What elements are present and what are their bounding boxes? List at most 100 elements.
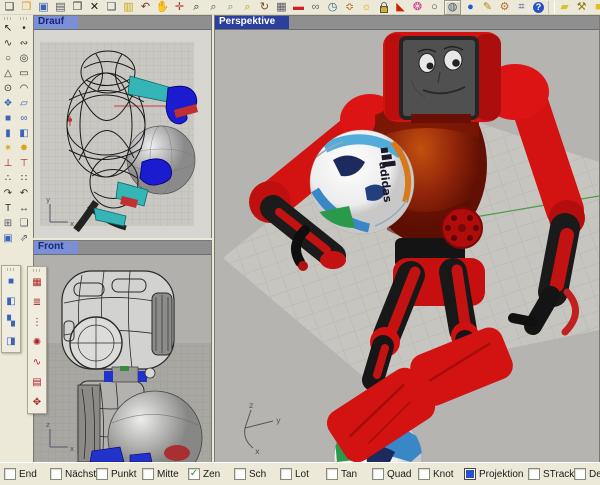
joint-icon[interactable]: ⊥ [1, 156, 16, 171]
zoom-selected-icon[interactable]: ⌕ [240, 1, 255, 14]
circle-diameter-icon[interactable]: ◎ [17, 51, 32, 66]
snap-checkbox[interactable] [326, 468, 338, 480]
array-linear-icon[interactable]: ≣ [29, 293, 45, 313]
color-wheel-icon[interactable]: ❂ [410, 1, 425, 14]
array-3d-icon[interactable]: ✥ [29, 393, 45, 413]
named-view-icon[interactable]: ≎ [342, 1, 357, 14]
ellipse-icon[interactable]: ⊙ [1, 81, 16, 96]
zoom-icon[interactable]: ⌕ [189, 1, 204, 14]
drauf-canvas[interactable]: y x [34, 30, 211, 238]
snap-knot[interactable]: Knot [418, 468, 464, 480]
text-icon[interactable]: T [1, 201, 16, 216]
snap-checkbox[interactable] [280, 468, 292, 480]
select-pointer-icon[interactable]: ↖ [1, 21, 16, 36]
clock-icon[interactable]: ◷ [325, 1, 340, 14]
surface-patch-icon[interactable]: ❖ [1, 96, 16, 111]
snap-tan[interactable]: Tan [326, 468, 372, 480]
lock-icon[interactable] [376, 1, 391, 14]
snap-quad[interactable]: Quad [372, 468, 418, 480]
eraser-icon[interactable]: ▰ [557, 1, 572, 14]
snap-checkbox[interactable] [528, 468, 540, 480]
trim-icon[interactable]: ⊤ [17, 156, 32, 171]
glasses-icon[interactable]: ∞ [308, 1, 323, 14]
mirror-icon[interactable]: ⇗ [17, 231, 32, 246]
zoom-dynamic-icon[interactable]: ⌕ [223, 1, 238, 14]
curve-blend-icon[interactable]: ↷ [1, 186, 16, 201]
pen-icon[interactable]: ✎ [480, 1, 495, 14]
cylinder-icon[interactable]: ▮ [1, 126, 16, 141]
open-folder-icon[interactable]: ❒ [19, 1, 34, 14]
spheres-boolean-icon[interactable]: ∞ [17, 111, 32, 126]
snap-punkt[interactable]: Punkt [96, 468, 142, 480]
points-small-icon[interactable]: ∷ [17, 171, 32, 186]
point-icon[interactable]: • [17, 21, 32, 36]
car-icon[interactable]: ▬ [291, 1, 306, 14]
merge-box-icon[interactable]: ◨ [3, 332, 19, 352]
sphere-wireframe-icon[interactable]: ◍ [444, 0, 461, 15]
snap-checkbox[interactable] [234, 468, 246, 480]
dimension-icon[interactable]: ↔ [17, 201, 32, 216]
curve-match-icon[interactable]: ↶ [17, 186, 32, 201]
pan-hand-icon[interactable]: ✋ [155, 1, 170, 14]
arc-icon[interactable]: ◠ [17, 81, 32, 96]
viewport-layout-icon[interactable]: ▦ [274, 1, 289, 14]
snap-checkbox[interactable] [372, 468, 384, 480]
cplane-icon[interactable]: ⌗ [514, 1, 529, 14]
gear-icon[interactable]: ⚙ [497, 1, 512, 14]
snap-checkbox[interactable] [188, 468, 200, 480]
array-vertical-icon[interactable]: ⋮ [29, 313, 45, 333]
polygon-icon[interactable]: △ [1, 66, 16, 81]
surface-plane-icon[interactable]: ▱ [17, 96, 32, 111]
snap-checkbox[interactable] [418, 468, 430, 480]
snap-strack[interactable]: STrack [528, 468, 574, 480]
box-solid-icon[interactable]: ■ [591, 1, 600, 14]
box-icon[interactable]: ■ [1, 111, 16, 126]
snap-checkbox[interactable] [464, 468, 476, 480]
hammer-icon[interactable]: ⚒ [574, 1, 589, 14]
undo-icon[interactable]: ↶ [138, 1, 153, 14]
snap-checkbox[interactable] [50, 468, 62, 480]
viewport-title-front[interactable]: Front [34, 241, 211, 255]
snap-lot[interactable]: Lot [280, 468, 326, 480]
copy-view-icon[interactable]: ❐ [70, 1, 85, 14]
rotate-view-icon[interactable]: ↻ [257, 1, 272, 14]
extrude-icon[interactable]: ✶ [1, 141, 16, 156]
snap-zen[interactable]: Zen [188, 468, 234, 480]
snap-mitte[interactable]: Mitte [142, 468, 188, 480]
paste-icon[interactable]: ▥ [121, 1, 136, 14]
viewport-title-perspektive[interactable]: Perspektive [215, 16, 599, 30]
solid-box-icon[interactable]: ■ [3, 272, 19, 292]
snap-checkbox[interactable] [4, 468, 16, 480]
group-icon[interactable]: ⊞ [1, 216, 16, 231]
delete-icon[interactable]: ✕ [87, 1, 102, 14]
viewport-title-drauf[interactable]: Drauf [34, 16, 211, 30]
explode-icon[interactable]: ✸ [17, 141, 32, 156]
snap-checkbox[interactable] [142, 468, 154, 480]
duplicate-icon[interactable]: ❏ [17, 216, 32, 231]
copy-icon[interactable]: ❑ [104, 1, 119, 14]
print-icon[interactable]: ▤ [53, 1, 68, 14]
circle-icon[interactable]: ○ [1, 51, 16, 66]
layer-icon[interactable]: ◣ [393, 1, 408, 14]
sphere-shaded-icon[interactable]: ● [463, 1, 478, 14]
snap-naechst[interactable]: Nächst [50, 468, 96, 480]
snap-end[interactable]: End [4, 468, 50, 480]
zoom-window-icon[interactable]: ⌕ [206, 1, 221, 14]
snap-checkbox[interactable] [574, 468, 586, 480]
light-bulb-icon[interactable]: ☼ [359, 1, 374, 14]
snap-projektion[interactable]: Projektion [464, 468, 528, 480]
snap-dea[interactable]: Dea [574, 468, 600, 480]
curve-control-icon[interactable]: ∾ [17, 36, 32, 51]
sphere-group-icon[interactable]: ∴ [1, 171, 16, 186]
detach-box-icon[interactable]: ▚ [3, 312, 19, 332]
boolean-difference-icon[interactable]: ◧ [17, 126, 32, 141]
sphere-outline-icon[interactable]: ○ [427, 1, 442, 14]
perspektive-canvas[interactable]: adidas [215, 30, 599, 462]
front-canvas[interactable]: z x [34, 255, 211, 462]
array-curve-icon[interactable]: ∿ [29, 353, 45, 373]
curve-freeform-icon[interactable]: ∿ [1, 36, 16, 51]
split-box-icon[interactable]: ◧ [3, 292, 19, 312]
help-icon[interactable]: ? [531, 1, 546, 14]
save-icon[interactable]: ▣ [36, 1, 51, 14]
snap-sch[interactable]: Sch [234, 468, 280, 480]
